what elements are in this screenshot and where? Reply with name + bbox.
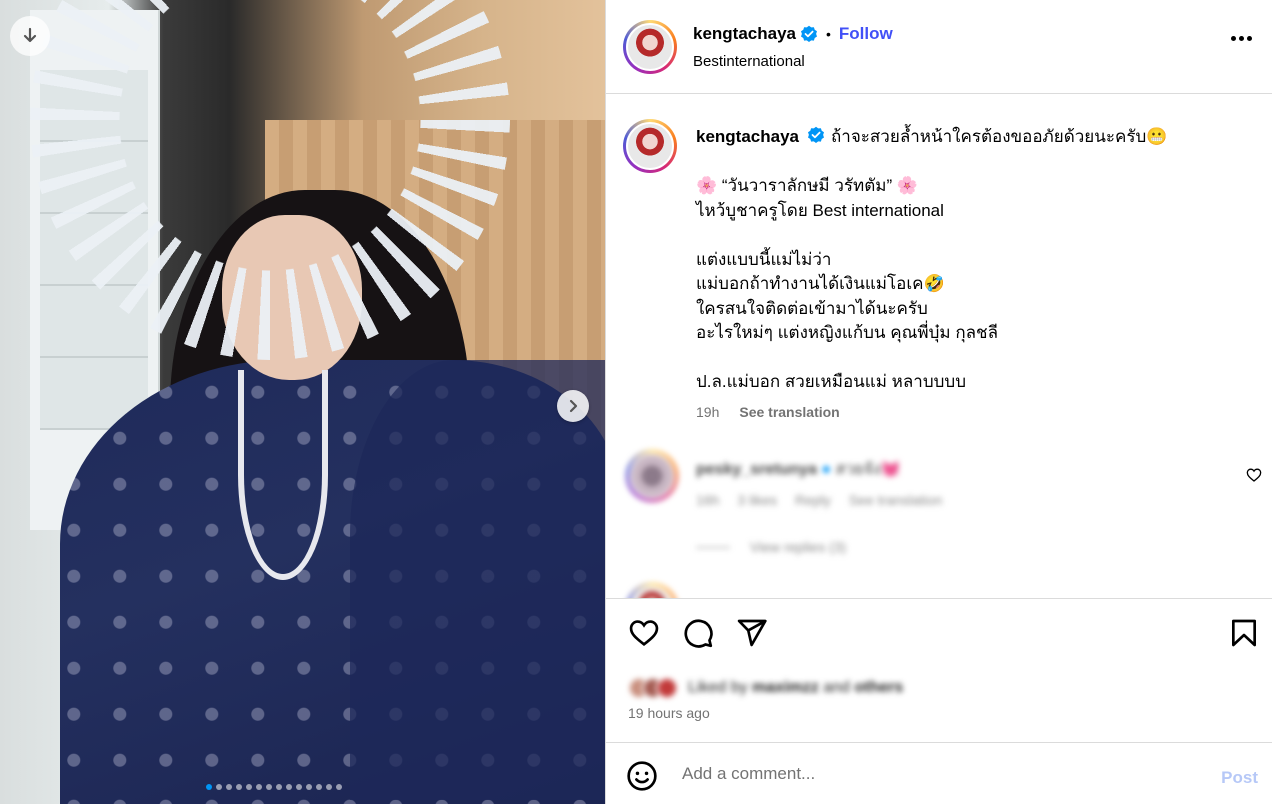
comment-username[interactable]: pesky_sretunya (696, 461, 817, 478)
post-timestamp[interactable]: 19 hours ago (628, 705, 710, 721)
follow-button[interactable]: Follow (839, 24, 893, 44)
carousel-dot (266, 784, 272, 790)
carousel-dot (206, 784, 212, 790)
liked-by-text: Liked by maximzz and others (688, 679, 903, 697)
carousel-dot (336, 784, 342, 790)
comment-avatar[interactable] (626, 450, 678, 502)
author-username[interactable]: kengtachaya (693, 24, 796, 44)
more-icon (1231, 36, 1236, 41)
liked-by-others[interactable]: others (854, 679, 903, 696)
carousel-dot (276, 784, 282, 790)
post-location[interactable]: Bestinternational (693, 53, 805, 70)
comment-icon[interactable] (682, 617, 714, 649)
comment-avatar-2[interactable] (626, 583, 678, 598)
carousel-dot (226, 784, 232, 790)
bookmark-icon[interactable] (1228, 617, 1260, 649)
comments-section[interactable]: kengtachaya ถ้าจะสวยล้ำหน้าใครต้องขออภัยด… (606, 95, 1272, 598)
liked-by[interactable]: Liked by maximzz and others (628, 677, 903, 699)
download-icon (23, 27, 37, 43)
liked-by-and: and (823, 679, 850, 696)
caption-line: แม่บอกถ้าทำงานได้เงินแม่โอเค🤣 (696, 274, 945, 293)
comment-verified-icon: ● (821, 461, 832, 478)
comment-time: 16h (696, 492, 720, 508)
liked-by-avatars (628, 677, 678, 699)
caption-line: ป.ล.แม่บอก สวยเหมือนแม่ หลาบบบบ (696, 372, 966, 391)
liked-by-user[interactable]: maximzz (752, 679, 819, 696)
caption-line: แต่งแบบนี้แม่ไม่ว่า (696, 249, 832, 269)
carousel-dot (236, 784, 242, 790)
post-header: kengtachaya • Follow Bestinternational (606, 0, 1272, 94)
caption-username[interactable]: kengtachaya (696, 127, 799, 146)
post-details-panel: kengtachaya • Follow Bestinternational k… (605, 0, 1272, 804)
liked-by-prefix: Liked by (688, 679, 748, 696)
comment-body: สวยจัง💓 (835, 461, 901, 478)
comment-heart-icon[interactable] (1246, 467, 1262, 483)
post-media[interactable] (0, 0, 605, 804)
chevron-right-icon (569, 399, 578, 413)
download-button[interactable] (10, 16, 50, 56)
post-comment-button[interactable]: Post (1221, 768, 1258, 788)
carousel-dot (246, 784, 252, 790)
carousel-dot (296, 784, 302, 790)
verified-icon (801, 25, 817, 42)
caption-line (696, 346, 1256, 371)
next-slide-button[interactable] (557, 390, 589, 422)
caption-line (696, 223, 1256, 248)
comment-likes[interactable]: 3 likes (737, 492, 777, 508)
carousel-dots (206, 784, 342, 790)
carousel-dot (216, 784, 222, 790)
comment-text: pesky_sretunya ● สวยจัง💓 (696, 457, 901, 482)
caption-line: ใครสนใจติดต่อเข้ามาได้นะครับ (696, 298, 928, 318)
caption-line: 🌸 “วันวาราลักษมี วรัทตัม” 🌸 (696, 176, 919, 195)
caption-line (696, 150, 1256, 175)
carousel-dot (286, 784, 292, 790)
see-translation-button[interactable]: See translation (739, 404, 839, 420)
carousel-dot (306, 784, 312, 790)
more-icon-dot (1247, 36, 1252, 41)
more-options-button[interactable] (1231, 36, 1252, 41)
header-separator: • (826, 26, 831, 42)
more-icon-dot (1239, 36, 1244, 41)
caption-line: ไหว้บูชาครูโดย Best international (696, 200, 944, 220)
comment-input[interactable] (682, 758, 1202, 790)
heart-icon[interactable] (628, 617, 660, 649)
share-icon[interactable] (736, 617, 768, 649)
post-actions: Liked by maximzz and others 19 hours ago (606, 598, 1272, 743)
caption-line: อะไรใหม่ๆ แต่งหญิงแก้บน คุณพี่บุ๋ม กุลชล… (696, 323, 998, 342)
post-caption: kengtachaya ถ้าจะสวยล้ำหน้าใครต้องขออภัยด… (696, 125, 1256, 395)
view-replies-label: View replies (3) (750, 539, 847, 555)
comment-reply-button[interactable]: Reply (795, 492, 831, 508)
author-avatar[interactable] (623, 20, 677, 74)
comment-composer: Post (606, 744, 1272, 804)
carousel-dot (316, 784, 322, 790)
carousel-dot (256, 784, 262, 790)
verified-icon (808, 126, 824, 143)
caption-time[interactable]: 19h (696, 404, 719, 420)
replies-line (696, 546, 730, 548)
comment-meta: 16h 3 likes Reply See translation (696, 492, 942, 508)
view-replies-button[interactable]: View replies (3) (696, 539, 846, 555)
photo-veil (350, 360, 605, 800)
caption-line: kengtachaya ถ้าจะสวยล้ำหน้าใครต้องขออภัยด… (696, 125, 1256, 150)
comment-see-translation[interactable]: See translation (849, 492, 942, 508)
carousel-dot (326, 784, 332, 790)
emoji-icon[interactable] (626, 760, 658, 792)
caption-author-avatar[interactable] (623, 119, 677, 173)
caption-first-line: ถ้าจะสวยล้ำหน้าใครต้องขออภัยด้วยนะครับ😬 (831, 127, 1168, 146)
caption-meta: 19h See translation (696, 404, 840, 420)
photo-necklace (238, 370, 328, 580)
